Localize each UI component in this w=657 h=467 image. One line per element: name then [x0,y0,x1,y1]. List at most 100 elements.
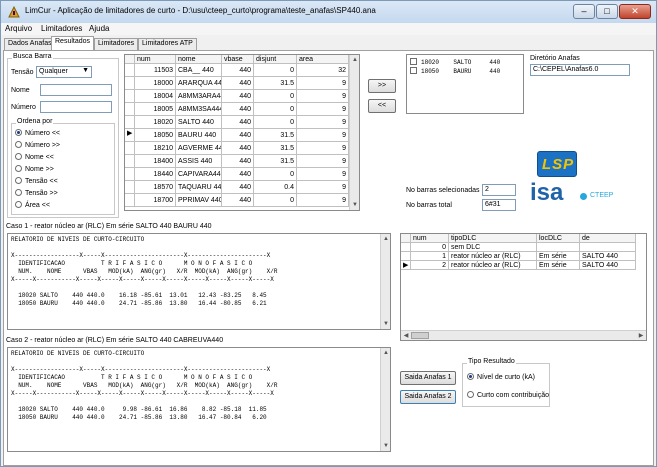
menu-ajuda[interactable]: Ajuda [89,24,109,33]
table-cell: 0 [254,168,297,181]
tab-limitadores[interactable]: Limitadores [94,38,139,50]
tensao-label: Tensão [11,69,34,76]
sort-tensao-asc[interactable]: Tensão << [15,177,58,185]
scroll-right-icon[interactable]: ▶ [636,331,646,340]
radio-selected-icon [15,129,22,136]
sel-count-label: No barras selecionadas [406,187,480,194]
radio-selected-icon [467,373,474,380]
table-cell: reator núcleo ar (RLC) [449,252,537,261]
row-indicator-icon[interactable]: ▶ [401,261,411,270]
col-vbase[interactable]: vbase [222,55,254,64]
scroll-left-icon[interactable]: ◀ [401,331,411,340]
row-selector[interactable] [125,155,135,168]
tensao-select[interactable]: Qualquer ▼ [36,66,92,78]
sel-count-value: 2 [482,184,516,196]
col-num[interactable]: num [411,234,449,243]
numero-input[interactable] [40,101,112,113]
checkbox-icon[interactable] [410,58,417,65]
caso1-title: Caso 1 - reator núcleo ar (RLC) Em série… [6,223,212,230]
col-loc-dlc[interactable]: locDLC [537,234,580,243]
scroll-up-icon[interactable]: ▲ [381,234,390,244]
scroll-down-icon[interactable]: ▼ [381,441,390,451]
saida-anafas-2-button[interactable]: Saida Anafas 2 [400,390,456,404]
col-area[interactable]: area [297,55,349,64]
dlc-table-hscrollbar[interactable]: ◀ ▶ [401,330,646,340]
caso1-scrollbar[interactable]: ▲ ▼ [380,234,390,329]
checkbox-icon[interactable] [410,67,417,74]
table-cell: 9 [297,129,349,142]
col-disjunt[interactable]: disjunt [254,55,297,64]
row-selector[interactable] [125,116,135,129]
sort-nome-asc[interactable]: Nome << [15,153,54,161]
dir-anafas-label: Diretório Anafas [530,55,580,62]
table-cell: 18050 [135,129,176,142]
row-selector[interactable] [125,194,135,207]
isa-cteep-logo: isa CTEEP [530,179,630,211]
row-selector[interactable] [125,181,135,194]
minimize-button[interactable]: – [573,4,595,19]
sort-numero-asc[interactable]: Número << [15,129,60,137]
tab-resultados[interactable]: Resultados [51,36,95,50]
radio-curto-contribuicao[interactable]: Curto com contribuição [467,391,549,399]
bus-table-scrollbar[interactable]: ▲ ▼ [349,55,359,210]
close-button[interactable]: ✕ [619,4,651,19]
scroll-down-icon[interactable]: ▼ [350,200,359,210]
isa-logo-text: isa [530,179,564,206]
sort-tensao-desc[interactable]: Tensão >> [15,189,58,197]
table-cell: A8MM3ARA44 [176,90,222,103]
table-cell: 0 [254,64,297,77]
tab-limitadores-atp[interactable]: Limitadores ATP [138,38,197,50]
row-selector[interactable] [125,103,135,116]
nome-label: Nome [11,87,30,94]
sort-nome-desc[interactable]: Nome >> [15,165,54,173]
remove-bus-button[interactable]: << [368,99,396,113]
table-cell: 440 [222,64,254,77]
nome-input[interactable] [40,84,112,96]
app-icon [8,5,20,18]
sort-area-asc[interactable]: Área << [15,201,50,209]
row-selector[interactable] [401,243,411,252]
saida-anafas-1-button[interactable]: Saida Anafas 1 [400,371,456,385]
table-cell: 440 [222,103,254,116]
row-indicator-icon[interactable]: ▶ [125,129,135,142]
maximize-button[interactable]: □ [596,4,618,19]
row-selector[interactable] [125,142,135,155]
menu-arquivo[interactable]: Arquivo [5,24,32,33]
sort-numero-desc[interactable]: Número >> [15,141,60,149]
row-selector[interactable] [125,64,135,77]
caso2-title: Caso 2 - reator núcleo ar (RLC) Em série… [6,337,224,344]
table-cell: 18440 [135,168,176,181]
selected-item-1[interactable]: 18020 SALTO 440 [410,58,500,67]
scroll-up-icon[interactable]: ▲ [350,55,359,65]
caso2-scrollbar[interactable]: ▲ ▼ [380,348,390,451]
dir-anafas-input[interactable]: C:\CEPEL\Anafas6.0 [530,64,630,76]
table-cell: BAURU 440 [176,129,222,142]
col-nome[interactable]: nome [176,55,222,64]
add-bus-button[interactable]: >> [368,79,396,93]
table-cell: 0 [254,116,297,129]
caso2-report[interactable]: RELATORIO DE NIVEIS DE CURTO-CIRCUITO X-… [7,347,391,452]
row-selector[interactable] [125,90,135,103]
scroll-up-icon[interactable]: ▲ [381,348,390,358]
table-cell: PPRIMAV 440 [176,194,222,207]
menu-limitadores[interactable]: Limitadores [41,24,82,33]
tab-dados-anafas[interactable]: Dados Anafas [4,38,56,50]
col-de[interactable]: de [580,234,636,243]
row-selector[interactable] [401,252,411,261]
table-cell [537,243,580,252]
col-num[interactable]: num [135,55,176,64]
table-cell: 0 [411,243,449,252]
col-tipo-dlc[interactable]: tipoDLC [449,234,537,243]
lsp-logo-text: LSP [542,156,575,173]
caso1-report[interactable]: RELATORIO DE NIVEIS DE CURTO-CIRCUITO X-… [7,233,391,330]
radio-nivel-curto[interactable]: Nível de curto (kA) [467,373,535,381]
selected-bus-list: 18020 SALTO 440 18050 BAURU 440 [406,54,524,114]
table-cell: 9 [297,90,349,103]
row-selector[interactable] [125,77,135,90]
scroll-thumb[interactable] [411,332,429,339]
row-selector[interactable] [125,168,135,181]
busca-barra-group: Busca Barra Tensão Qualquer ▼ Nome Númer… [7,53,119,218]
selected-item-2[interactable]: 18050 BAURU 440 [410,67,500,76]
scroll-down-icon[interactable]: ▼ [381,319,390,329]
table-cell: 9 [297,142,349,155]
